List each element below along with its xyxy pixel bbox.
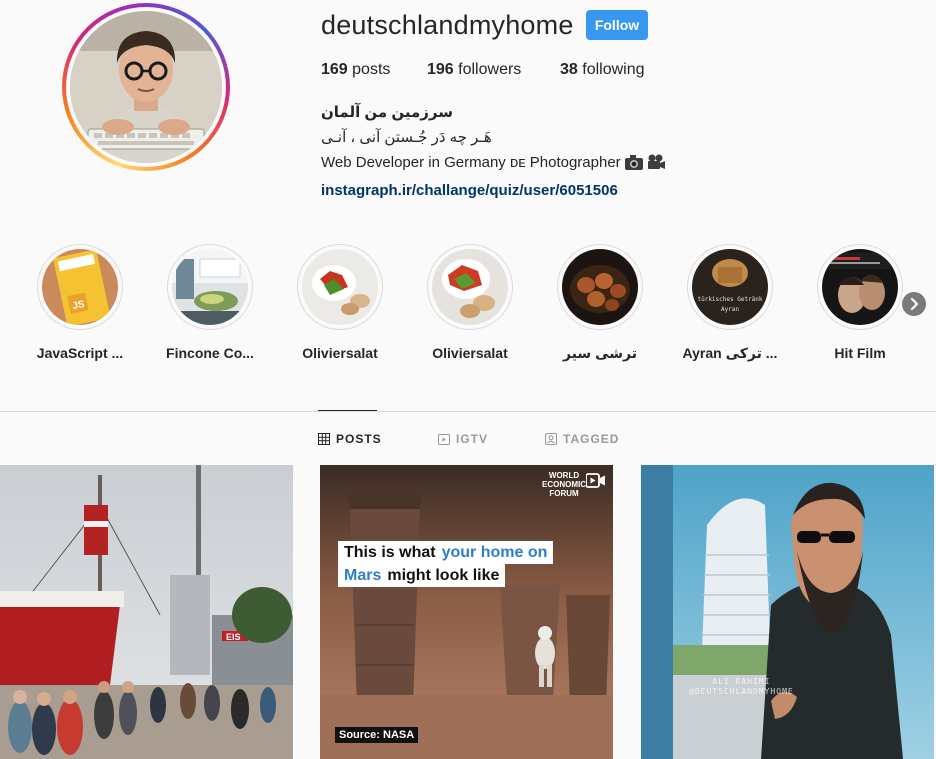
watermark-handle: @DEUTSCHLANDMYHOME [689,687,794,696]
highlights-next-button[interactable] [902,292,926,316]
highlight-label: Oliviersalat [302,345,378,361]
film-poster-icon [822,249,898,325]
highlight-cover [562,249,638,325]
highlight-ring: JS [37,244,123,330]
active-tab-indicator [318,410,377,411]
svg-text:türkisches Getränk: türkisches Getränk [697,296,762,303]
headline-highlight: your home on [438,542,551,563]
highlight-torshi-sir[interactable]: ترشی سیر [545,244,655,362]
tabs-divider [0,411,936,412]
bearded-man-portrait-photo [641,465,934,759]
following-label: following [582,61,645,78]
highlight-ring [167,244,253,330]
video-camera-icon [647,153,665,178]
javascript-book-cover-icon: JS [42,249,118,325]
highlight-cover [302,249,378,325]
highlight-javascript[interactable]: JS JavaScript ... [25,244,135,361]
followers-label: followers [458,61,522,78]
pickled-garlic-jar-icon [562,249,638,325]
highlight-cover [172,249,248,325]
highlight-cover [432,249,508,325]
avatar[interactable] [70,11,222,163]
highlight-ring [557,244,643,330]
salad-plate-icon [432,249,508,325]
photo-watermark: ALI RAHIMI @DEUTSCHLANDMYHOME [689,677,794,697]
highlight-ring [817,244,903,330]
highlight-hit-film[interactable]: Hit Film [805,244,915,361]
highlight-ayran[interactable]: türkisches Getränk Ayran Ayran ترکی ... [675,244,785,362]
tab-posts[interactable]: POSTS [318,432,382,446]
profile-bio: سرزمین من آلمان هَـر چه دَر جُـستن آنی ،… [321,100,665,203]
post-tile[interactable]: EIS [0,465,293,759]
bio-link[interactable]: instagraph.ir/challange/quiz/user/605150… [321,182,618,199]
bio-line-persian: هَـر چه دَر جُـستن آنی ، آنـی [321,129,492,146]
mars-home-video-thumbnail [320,465,613,759]
tab-igtv[interactable]: IGTV [438,432,488,446]
video-headline: This is what your home on Mars might loo… [338,541,554,587]
bio-name: سرزمین من آلمان [321,104,454,121]
followers-link[interactable]: 196 followers [427,61,521,79]
highlight-label: ترشی سیر [563,345,637,361]
highlight-cover: JS [42,249,118,325]
watermark-name: ALI RAHIMI [712,677,771,686]
grid-icon [318,433,330,445]
highlight-ring [297,244,383,330]
post-tile[interactable]: ALI RAHIMI @DEUTSCHLANDMYHOME [641,465,934,759]
profile-avatar-ring[interactable] [62,3,230,171]
tab-tagged[interactable]: TAGGED [545,432,619,446]
followers-number: 196 [427,61,454,78]
chevron-right-icon [910,297,919,311]
profile-username: deutschlandmyhome [321,10,574,40]
video-source-label: Source: NASA [335,727,419,743]
highlight-label: Fincone Co... [166,345,254,361]
highlight-oliviersalat-1[interactable]: Oliviersalat [285,244,395,361]
harbor-lightship-photo: EIS [0,465,293,759]
bio-line-english-text: Web Developer in Germany ᴅᴇ Photographer [321,154,621,171]
following-number: 38 [560,61,578,78]
tag-user-icon [545,433,557,445]
conference-photo-icon [172,249,248,325]
tab-igtv-label: IGTV [456,432,489,446]
tab-posts-label: POSTS [336,432,382,446]
follow-button[interactable]: Follow [586,10,648,40]
tv-icon [438,434,450,445]
wef-logo: WORLD ECONOMIC FORUM [542,471,586,498]
video-indicator-icon [586,473,605,488]
highlight-ring [427,244,513,330]
highlight-label: Hit Film [834,345,886,361]
highlight-label: Ayran ترکی ... [682,345,778,361]
following-link[interactable]: 38 following [560,61,645,79]
tab-tagged-label: TAGGED [563,432,620,446]
highlight-ring: türkisches Getränk Ayran [687,244,773,330]
highlight-label: JavaScript ... [36,345,124,361]
highlight-label: Oliviersalat [432,345,508,361]
highlight-fincone[interactable]: Fincone Co... [155,244,265,361]
headline-part2: might look like [384,565,503,586]
svg-text:Ayran: Ayran [721,306,739,313]
headline-part1: This is what [341,542,439,563]
camera-icon [624,153,643,178]
svg-text:EIS: EIS [226,632,241,642]
posts-number: 169 [321,61,348,78]
highlight-cover [822,249,898,325]
posts-label: posts [352,61,391,78]
post-tile-video[interactable]: WORLD ECONOMIC FORUM This is what your h… [320,465,613,759]
turkish-coffee-icon: türkisches Getränk Ayran [692,249,768,325]
bio-line-english: Web Developer in Germany ᴅᴇ Photographer [321,150,665,178]
salad-plate-icon [302,249,378,325]
highlight-oliviersalat-2[interactable]: Oliviersalat [415,244,525,361]
highlight-cover: türkisches Getränk Ayran [692,249,768,325]
headline-highlight-mars: Mars [341,565,385,586]
posts-count: 169 posts [321,61,390,79]
avatar-photo [70,11,222,163]
